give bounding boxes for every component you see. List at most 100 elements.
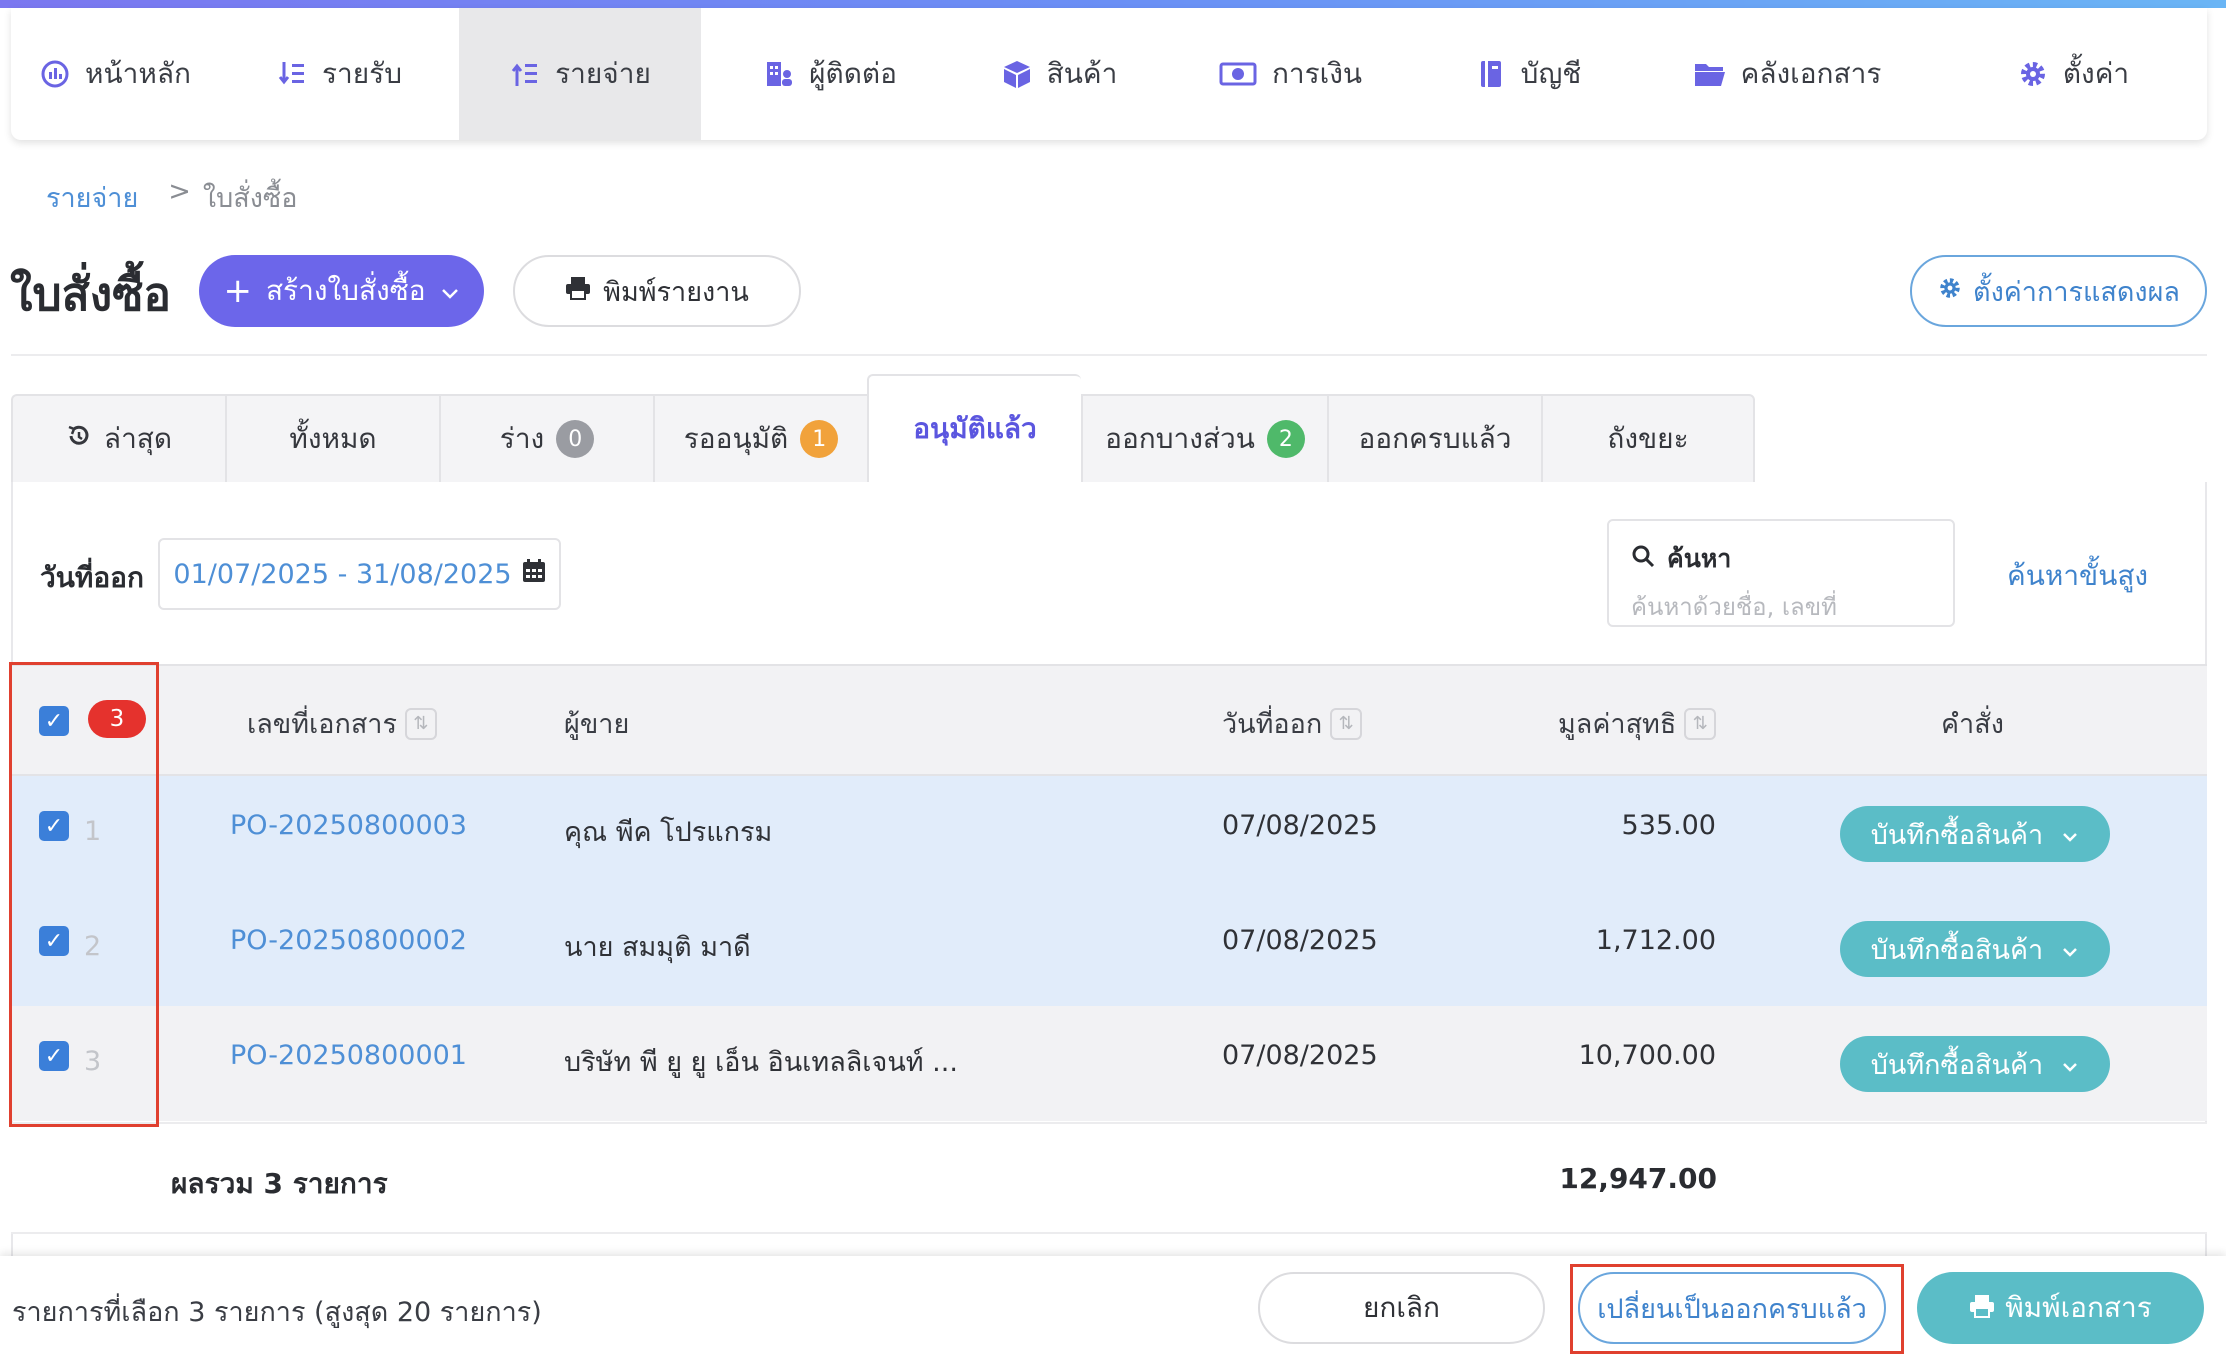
tab-label: ทั้งหมด [289,422,377,455]
nav-contacts[interactable]: ผู้ติดต่อ [701,8,959,140]
chevron-down-icon [2061,819,2079,850]
search-title: ค้นหา [1667,544,1732,573]
net-value: 535.00 [1621,810,1716,841]
advanced-search-link[interactable]: ค้นหาขั้นสูง [2007,554,2148,598]
contacts-icon [763,58,795,90]
folder-icon [1693,58,1727,90]
print-report-label: พิมพ์รายงาน [603,276,749,308]
nav-label: รายรับ [322,57,402,90]
sort-icon: ⇅ [1684,707,1717,740]
document-number-link[interactable]: PO-20250800001 [230,1040,467,1071]
nav-home[interactable]: หน้าหลัก [11,8,219,140]
expense-icon [509,58,541,90]
action-label: บันทึกซื้อสินค้า [1870,819,2044,851]
breadcrumb-separator: > [168,176,191,207]
tab-latest[interactable]: ล่าสุด [11,394,225,484]
count-badge: 1 [800,420,839,458]
display-settings-button[interactable]: ตั้งค่าการแสดงผล [1910,255,2207,327]
checkbox-column-highlight [9,662,159,1127]
chevron-down-icon [2061,1049,2079,1080]
print-document-label: พิมพ์เอกสาร [2005,1291,2152,1324]
net-value: 1,712.00 [1595,925,1716,956]
top-accent-stripe [0,0,2226,8]
date-range-input[interactable]: 01/07/2025 - 31/08/2025 [158,538,561,610]
column-header-vendor: ผู้ขาย [564,702,629,745]
date-range-value: 01/07/2025 - 31/08/2025 [173,558,512,590]
record-purchase-button[interactable]: บันทึกซื้อสินค้า [1840,806,2110,862]
issue-date: 07/08/2025 [1222,925,1378,956]
column-header-command: คำสั่ง [1941,702,2004,745]
nav-income[interactable]: รายรับ [219,8,459,140]
print-report-button[interactable]: พิมพ์รายงาน [513,255,801,327]
selection-summary: รายการที่เลือก 3 รายการ (สูงสุด 20 รายกา… [12,1297,542,1328]
vendor-name: นาย สมมุติ มาดี [564,932,751,963]
nav-finance[interactable]: การเงิน [1159,8,1421,140]
tab-label: ล่าสุด [103,422,173,455]
nav-label: สินค้า [1046,57,1118,90]
column-header-net-value[interactable]: มูลค่าสุทธิ ⇅ [1558,702,1717,745]
tab-fully-issued[interactable]: ออกครบแล้ว [1327,394,1541,484]
page-title: ใบสั่งซื้อ [10,267,172,321]
net-value: 10,700.00 [1578,1040,1716,1071]
create-purchase-order-button[interactable]: + สร้างใบสั่งซื้อ [199,255,484,327]
count-badge: 2 [1266,420,1305,458]
table-header: ✓ เลขที่เอกสาร ⇅ ผู้ขาย วันที่ออก ⇅ มูลค… [11,664,2207,776]
box-icon [1001,58,1033,90]
column-label: เลขที่เอกสาร [247,709,397,740]
nav-label: รายจ่าย [555,57,651,90]
tab-trash[interactable]: ถังขยะ [1541,394,1755,484]
nav-label: หน้าหลัก [85,57,191,90]
issue-date: 07/08/2025 [1222,1040,1378,1071]
total-value: 12,947.00 [1559,1162,1717,1195]
convert-button-highlight [1570,1264,1904,1354]
record-purchase-button[interactable]: บันทึกซื้อสินค้า [1840,921,2110,977]
tab-approved[interactable]: อนุมัติแล้ว [867,374,1081,484]
tab-label: อนุมัติแล้ว [913,412,1037,445]
gear-icon [2017,58,2049,90]
nav-label: การเงิน [1271,57,1363,90]
tab-draft[interactable]: ร่าง 0 [439,394,653,484]
nav-products[interactable]: สินค้า [959,8,1159,140]
tab-all[interactable]: ทั้งหมด [225,394,439,484]
breadcrumb-current: ใบสั่งซื้อ [202,183,298,214]
create-button-label: สร้างใบสั่งซื้อ [265,274,426,307]
total-label: ผลรวม 3 รายการ [171,1167,388,1200]
calendar-icon [522,558,546,590]
printer-icon [1969,1292,1995,1325]
status-tabs: ล่าสุด ทั้งหมด ร่าง 0 รออนุมัติ 1 อนุมัต… [11,374,1755,484]
tab-partially-issued[interactable]: ออกบางส่วน 2 [1081,394,1327,484]
breadcrumb-parent-link[interactable]: รายจ่าย [46,176,138,219]
table-row[interactable]: ✓ 2 PO-20250800002 นาย สมมุติ มาดี 07/08… [11,891,2207,1006]
column-label: คำสั่ง [1941,709,2004,740]
nav-settings[interactable]: ตั้งค่า [1939,8,2207,140]
main-navbar: หน้าหลัก รายรับ รายจ่าย ผู้ติดต่อ สินค้า… [11,8,2207,140]
vendor-name: คุณ พีค โปรแกรม [564,817,773,848]
search-input[interactable]: ค้นหา ค้นหาด้วยชื่อ, เลขที่ [1607,519,1955,627]
divider [11,354,2207,356]
money-icon [1218,58,1258,90]
cancel-button[interactable]: ยกเลิก [1258,1272,1545,1344]
table-row[interactable]: ✓ 1 PO-20250800003 คุณ พีค โปรแกรม 07/08… [11,776,2207,891]
total-row: ผลรวม 3 รายการ 12,947.00 [11,1122,2207,1234]
nav-documents[interactable]: คลังเอกสาร [1635,8,1939,140]
print-document-button[interactable]: พิมพ์เอกสาร [1917,1272,2204,1344]
sort-icon: ⇅ [404,707,437,740]
column-header-issue-date[interactable]: วันที่ออก ⇅ [1222,702,1363,745]
nav-label: ผู้ติดต่อ [809,57,897,90]
document-number-link[interactable]: PO-20250800002 [230,925,467,956]
column-label: มูลค่าสุทธิ [1558,709,1677,740]
tab-label: ออกครบแล้ว [1358,422,1512,455]
column-header-doc-no[interactable]: เลขที่เอกสาร ⇅ [247,702,437,745]
record-purchase-button[interactable]: บันทึกซื้อสินค้า [1840,1036,2110,1092]
issue-date-filter-label: วันที่ออก [40,561,144,594]
tab-label: ร่าง [499,422,545,455]
plus-icon: + [223,271,252,311]
tab-pending-approval[interactable]: รออนุมัติ 1 [653,394,867,484]
table-row[interactable]: ✓ 3 PO-20250800001 บริษัท พี ยู ยู เอ็น … [11,1006,2207,1121]
nav-accounting[interactable]: บัญชี [1421,8,1635,140]
search-icon [1631,544,1655,574]
document-number-link[interactable]: PO-20250800003 [230,810,467,841]
nav-expense[interactable]: รายจ่าย [459,8,701,140]
tab-label: ออกบางส่วน [1105,422,1255,455]
tab-label: รออนุมัติ [683,422,789,455]
